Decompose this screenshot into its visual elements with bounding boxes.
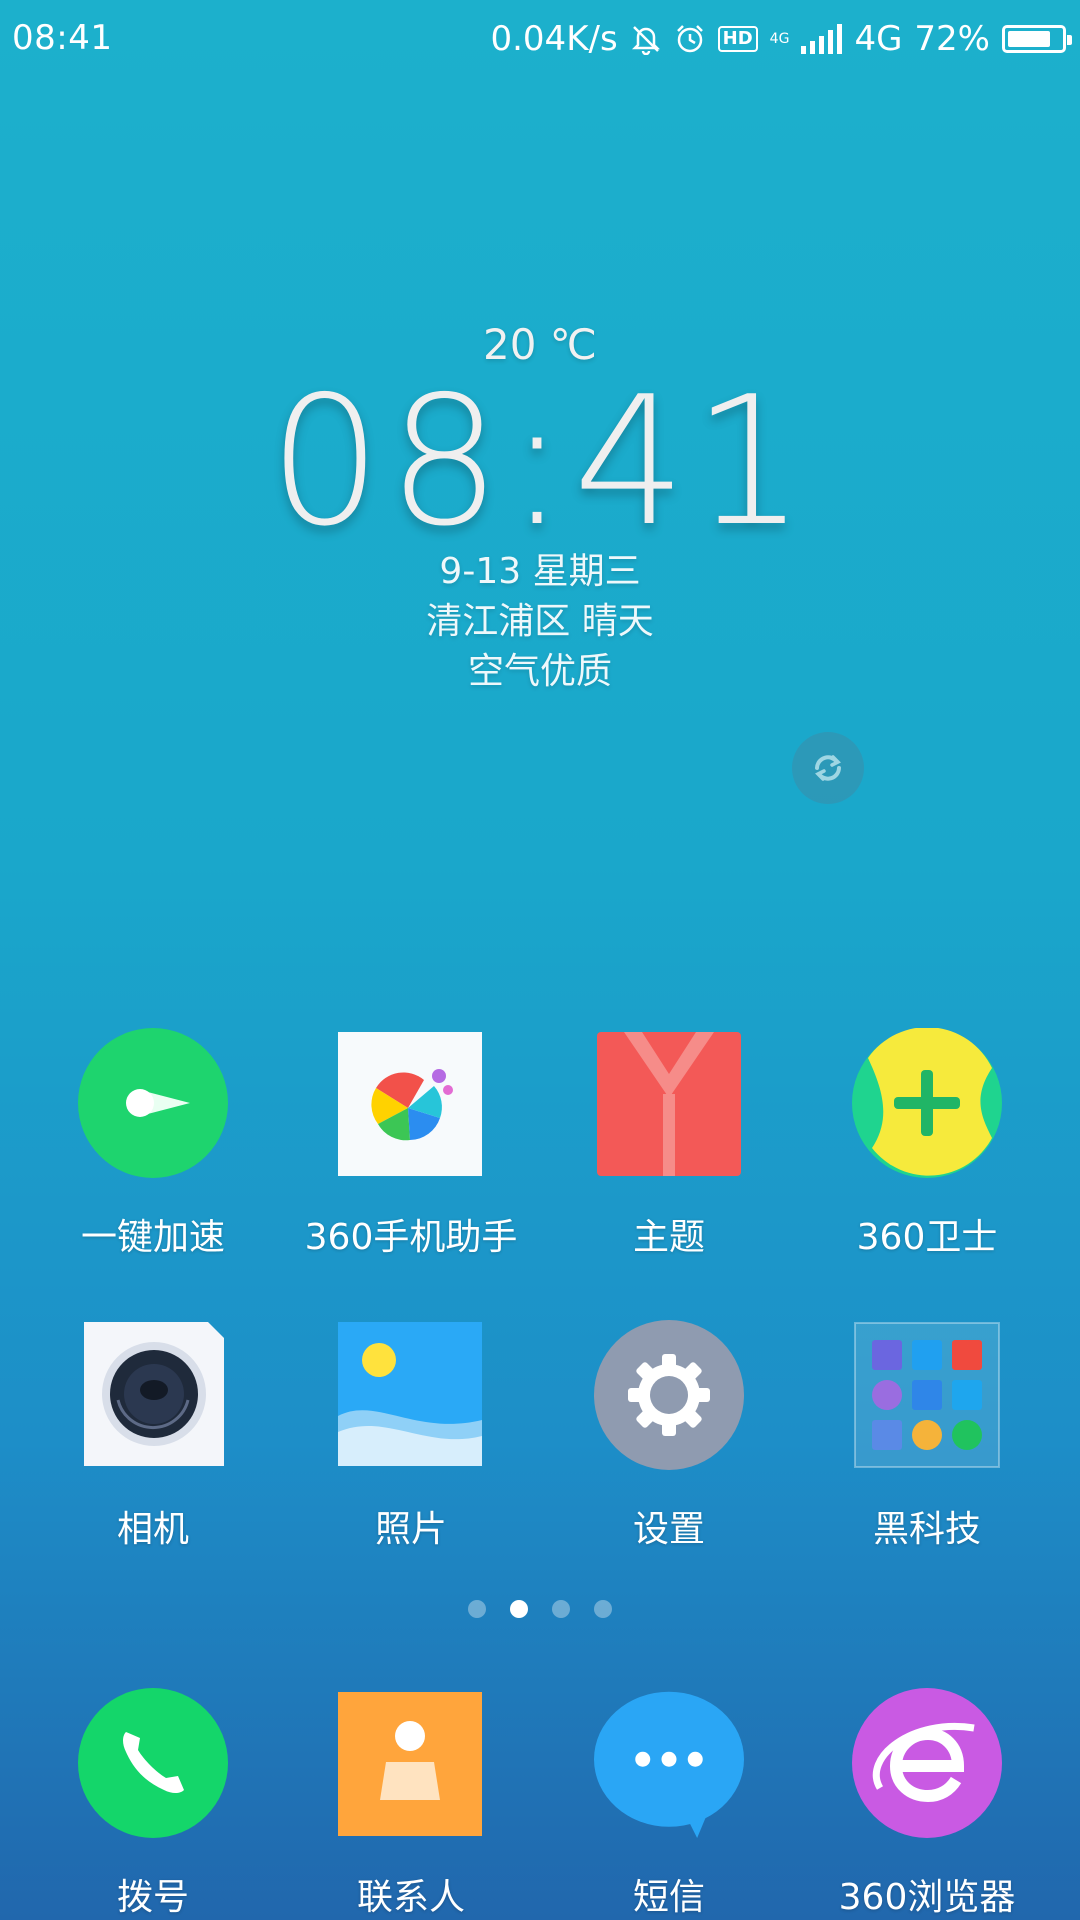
app-label: 照片	[374, 1509, 447, 1550]
folder-icon	[852, 1320, 1002, 1470]
page-indicator[interactable]	[0, 1600, 1080, 1618]
camera-icon	[78, 1320, 228, 1470]
battery-icon	[1002, 25, 1072, 53]
messages-icon	[594, 1688, 744, 1838]
status-bar: 08:41 0.04K/s HD 4G 4G 72%	[0, 0, 1080, 78]
app-360-browser[interactable]: 360浏览器	[807, 1688, 1047, 1920]
status-time: 08:41	[12, 18, 113, 58]
app-label: 黑科技	[872, 1509, 981, 1550]
app-store-icon	[336, 1028, 486, 1178]
app-photos[interactable]: 照片	[291, 1320, 531, 1552]
net-speed: 0.04K/s	[490, 19, 618, 59]
page-dot[interactable]	[594, 1600, 612, 1618]
security-plus-icon	[852, 1027, 1002, 1178]
app-camera[interactable]: 相机	[33, 1320, 273, 1552]
network-type: 4G	[854, 19, 903, 59]
app-label: 360卫士	[856, 1217, 998, 1258]
clock-weather-widget[interactable]: 20 ℃ 08:41 9-13 星期三 清江浦区 晴天 空气优质	[0, 320, 1080, 697]
status-icons: 0.04K/s HD 4G 4G 72%	[490, 16, 1072, 62]
refresh-icon	[815, 755, 841, 781]
page-dot-active[interactable]	[510, 1600, 528, 1618]
page-dot[interactable]	[552, 1600, 570, 1618]
photos-icon	[336, 1320, 486, 1470]
phone-icon	[78, 1688, 228, 1838]
app-label: 相机	[116, 1509, 189, 1550]
app-contacts[interactable]: 联系人	[291, 1688, 531, 1920]
gear-icon	[594, 1320, 744, 1470]
alarm-icon	[676, 25, 703, 53]
app-messages[interactable]: 短信	[549, 1688, 789, 1920]
app-theme[interactable]: 主题	[549, 1028, 789, 1260]
app-360-security[interactable]: 360卫士	[807, 1027, 1047, 1260]
app-label: 短信	[632, 1877, 705, 1918]
app-360-assistant[interactable]: 360手机助手	[291, 1028, 531, 1260]
app-settings[interactable]: 设置	[549, 1320, 789, 1552]
browser-icon	[852, 1688, 1002, 1838]
theme-shirt-icon	[594, 1028, 744, 1178]
signal-icon	[801, 24, 843, 54]
contacts-icon	[336, 1688, 486, 1838]
app-label: 联系人	[356, 1877, 465, 1918]
app-one-key-speedup[interactable]: 一键加速	[33, 1028, 273, 1260]
app-label: 360浏览器	[838, 1877, 1016, 1918]
battery-percent: 72%	[914, 19, 990, 59]
app-label: 360手机助手	[304, 1217, 518, 1258]
app-dialer[interactable]: 拨号	[33, 1688, 273, 1920]
page-dot[interactable]	[468, 1600, 486, 1618]
widget-location-weather: 清江浦区 晴天	[426, 601, 654, 642]
widget-air-quality: 空气优质	[467, 651, 612, 692]
app-label: 设置	[632, 1509, 705, 1550]
widget-date: 9-13 星期三	[439, 551, 641, 592]
app-label: 主题	[632, 1217, 705, 1258]
rocket-speed-icon	[78, 1028, 228, 1178]
app-label: 一键加速	[80, 1217, 225, 1258]
app-label: 拨号	[116, 1877, 189, 1918]
refresh-weather-button[interactable]	[792, 732, 864, 804]
hd-icon: HD	[717, 26, 758, 52]
app-folder-black-tech[interactable]: 黑科技	[807, 1320, 1047, 1552]
bell-off-icon	[631, 26, 660, 55]
net-small-label: 4G	[769, 31, 790, 47]
widget-clock[interactable]: 08:41	[0, 373, 1080, 551]
